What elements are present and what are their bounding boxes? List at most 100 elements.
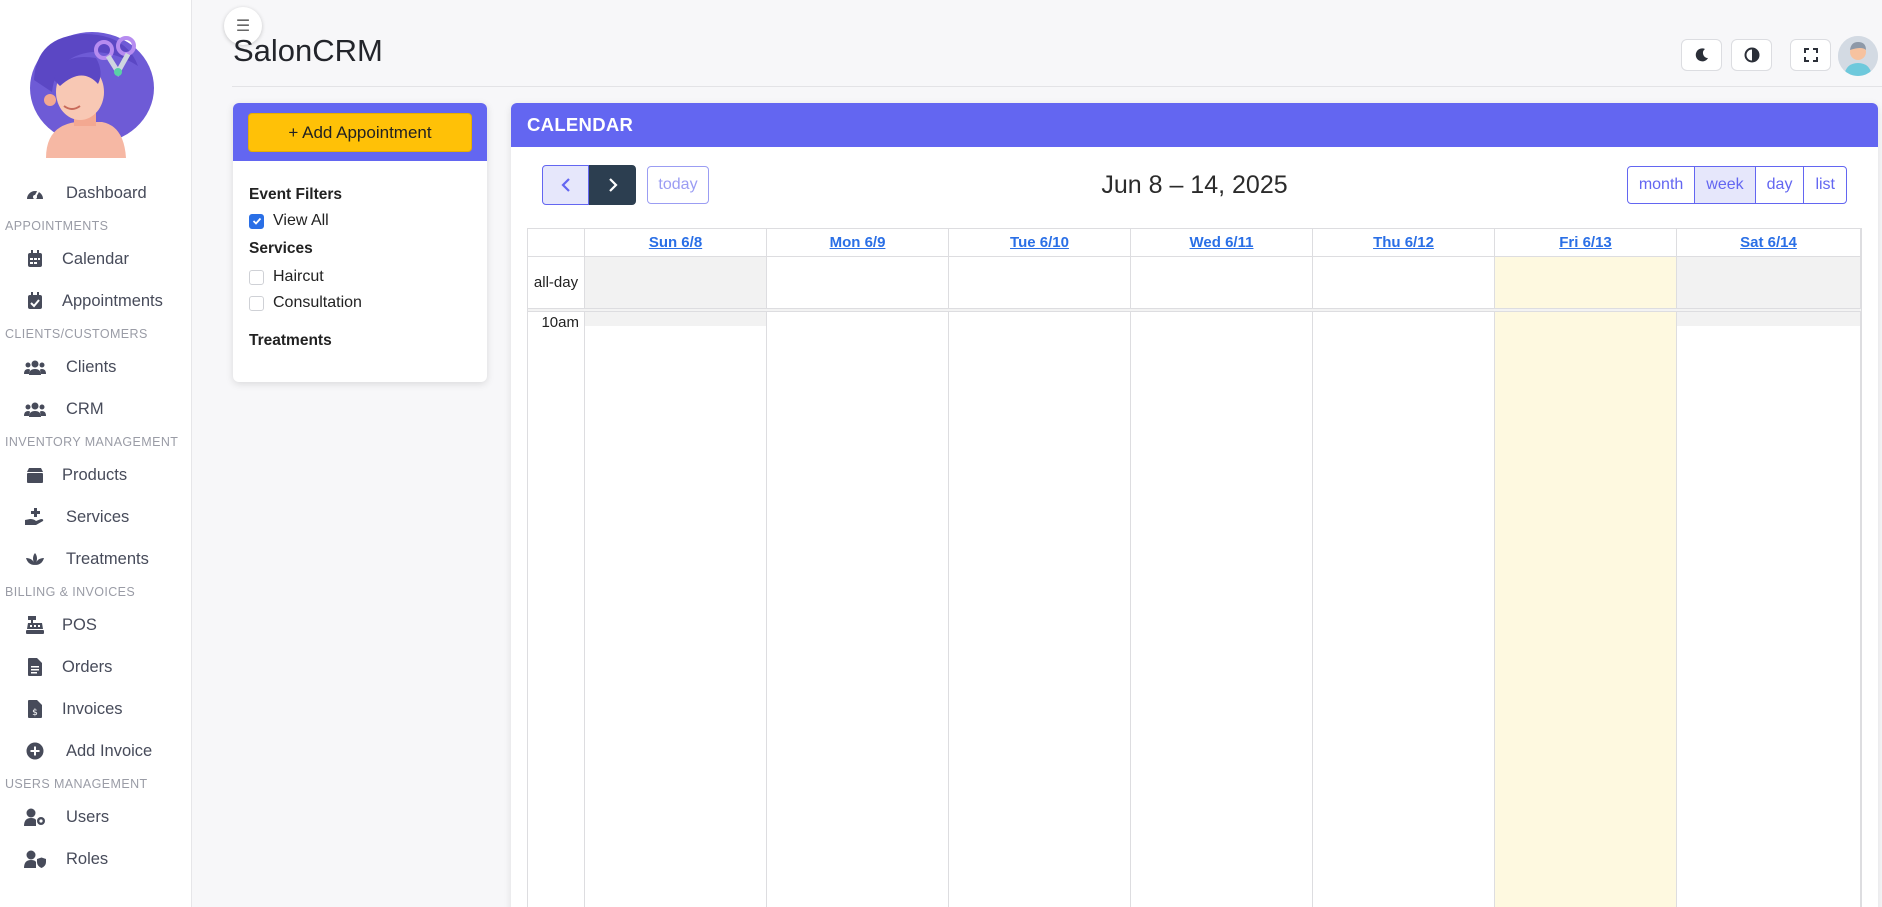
sidebar-item-users[interactable]: Users [0,796,192,838]
day-header-thu-6-12[interactable]: Thu 6/12 [1313,229,1495,257]
time-column [528,312,585,907]
view-all-checkbox[interactable] [249,213,264,229]
sidebar-item-roles[interactable]: Roles [0,838,192,880]
sidebar-item-orders[interactable]: Orders [0,646,192,688]
box-icon [24,465,46,485]
sidebar-item-invoices[interactable]: $ Invoices [0,688,192,730]
sidebar-item-label: Products [62,465,128,484]
sidebar-item-treatments[interactable]: Treatments [0,538,192,580]
spa-icon [24,549,46,569]
cash-register-icon [24,615,46,635]
view-all-label: View All [273,212,329,229]
sidebar-item-crm[interactable]: CRM [0,388,192,430]
sidebar-item-dashboard[interactable]: Dashboard [0,172,192,214]
avatar-icon [1838,36,1878,76]
haircut-label: Haircut [273,268,324,285]
moon-icon [1695,48,1708,62]
event-filters-heading: Event Filters [249,186,343,203]
sidebar-item-label: CRM [66,399,104,418]
salon-logo-icon [30,32,154,158]
plus-circle-icon [24,741,46,761]
all-day-cell[interactable] [1495,257,1677,308]
all-day-cell[interactable] [1131,257,1313,308]
day-column-wed-6-11[interactable] [1131,312,1313,907]
svg-text:$: $ [32,708,38,718]
sidebar-nav: Dashboard APPOINTMENTS Calendar Appointment… [0,172,192,880]
consultation-label: Consultation [273,294,362,311]
day-column-fri-6-13[interactable] [1495,312,1677,907]
service-filter-consultation[interactable]: Consultation [249,294,471,312]
sidebar-item-add-invoice[interactable]: Add Invoice [0,730,192,772]
service-filter-haircut[interactable]: Haircut [249,268,471,286]
all-day-cell[interactable] [1677,257,1861,308]
fullscreen-button[interactable] [1790,39,1831,71]
contrast-icon [1744,47,1759,63]
view-list-button[interactable]: list [1803,166,1847,204]
users-icon [24,399,46,419]
next-week-button[interactable] [589,165,636,205]
calendar-toolbar: Jun 8 – 14, 2025 today month week day list [511,165,1878,205]
add-appointment-button[interactable]: + Add Appointment [248,113,472,152]
view-switcher: month week day list [1626,166,1847,204]
non-business-hours-strip [1677,312,1860,326]
sidebar-item-appointments[interactable]: Appointments [0,280,192,322]
day-column-mon-6-9[interactable] [767,312,949,907]
all-day-cell[interactable] [1313,257,1495,308]
sidebar-item-label: Clients [66,357,117,376]
contrast-button[interactable] [1731,39,1772,71]
view-month-button[interactable]: month [1626,166,1696,204]
sidebar-item-services[interactable]: Services [0,496,192,538]
sidebar-item-products[interactable]: Products [0,454,192,496]
nav-section-label: USERS MANAGEMENT [5,777,148,791]
nav-section-label: BILLING & INVOICES [5,585,136,599]
haircut-checkbox[interactable] [249,269,264,285]
day-column-sun-6-8[interactable] [585,312,767,907]
day-header-tue-6-10[interactable]: Tue 6/10 [949,229,1131,257]
header-divider [232,86,1882,87]
nav-section-label: APPOINTMENTS [5,219,109,233]
sidebar: Dashboard APPOINTMENTS Calendar Appointment… [0,0,192,907]
sidebar-item-calendar[interactable]: Calendar [0,238,192,280]
sidebar-item-label: Services [66,507,130,526]
all-day-cell[interactable] [949,257,1131,308]
view-day-button[interactable]: day [1754,166,1805,204]
day-column-sat-6-14[interactable] [1677,312,1861,907]
view-all-filter[interactable]: View All [249,212,471,230]
day-header-sun-6-8[interactable]: Sun 6/8 [585,229,767,257]
user-avatar[interactable] [1838,36,1878,76]
check-icon [252,217,261,225]
today-button[interactable]: today [647,166,709,204]
nav-section-label: INVENTORY MANAGEMENT [5,435,179,449]
day-header-mon-6-9[interactable]: Mon 6/9 [767,229,949,257]
user-shield-icon [24,849,46,869]
all-day-cell[interactable] [767,257,949,308]
fullscreen-icon [1803,48,1818,62]
day-column-tue-6-10[interactable] [949,312,1131,907]
view-week-button[interactable]: week [1694,166,1756,204]
sidebar-item-label: Appointments [62,291,163,310]
day-header-sat-6-14[interactable]: Sat 6/14 [1677,229,1861,257]
chevron-left-icon [560,178,570,192]
day-column-thu-6-12[interactable] [1313,312,1495,907]
sidebar-item-label: Add Invoice [66,741,153,760]
sidebar-item-label: Roles [66,849,109,868]
sidebar-item-pos[interactable]: POS [0,604,192,646]
day-header-fri-6-13[interactable]: Fri 6/13 [1495,229,1677,257]
day-header-wed-6-11[interactable]: Wed 6/11 [1131,229,1313,257]
sidebar-item-label: Users [66,807,110,826]
dark-mode-button[interactable] [1681,39,1722,71]
sidebar-item-clients[interactable]: Clients [0,346,192,388]
non-business-hours-strip [585,312,766,326]
all-day-cell[interactable] [585,257,767,308]
consultation-checkbox[interactable] [249,295,264,311]
sidebar-item-label: Invoices [62,699,123,718]
filter-panel: + Add Appointment Event Filters View All… [233,103,487,382]
app-title: SalonCRM [233,33,383,68]
time-column-header [528,229,585,257]
sidebar-item-label: Orders [62,657,113,676]
calendar-panel: CALENDAR Jun 8 – 14, 2025 today month wee… [511,103,1878,907]
prev-week-button[interactable] [542,165,589,205]
calendar-icon [24,249,46,269]
time-label-10am: 10am [541,314,579,331]
all-day-label: all-day [528,257,585,308]
